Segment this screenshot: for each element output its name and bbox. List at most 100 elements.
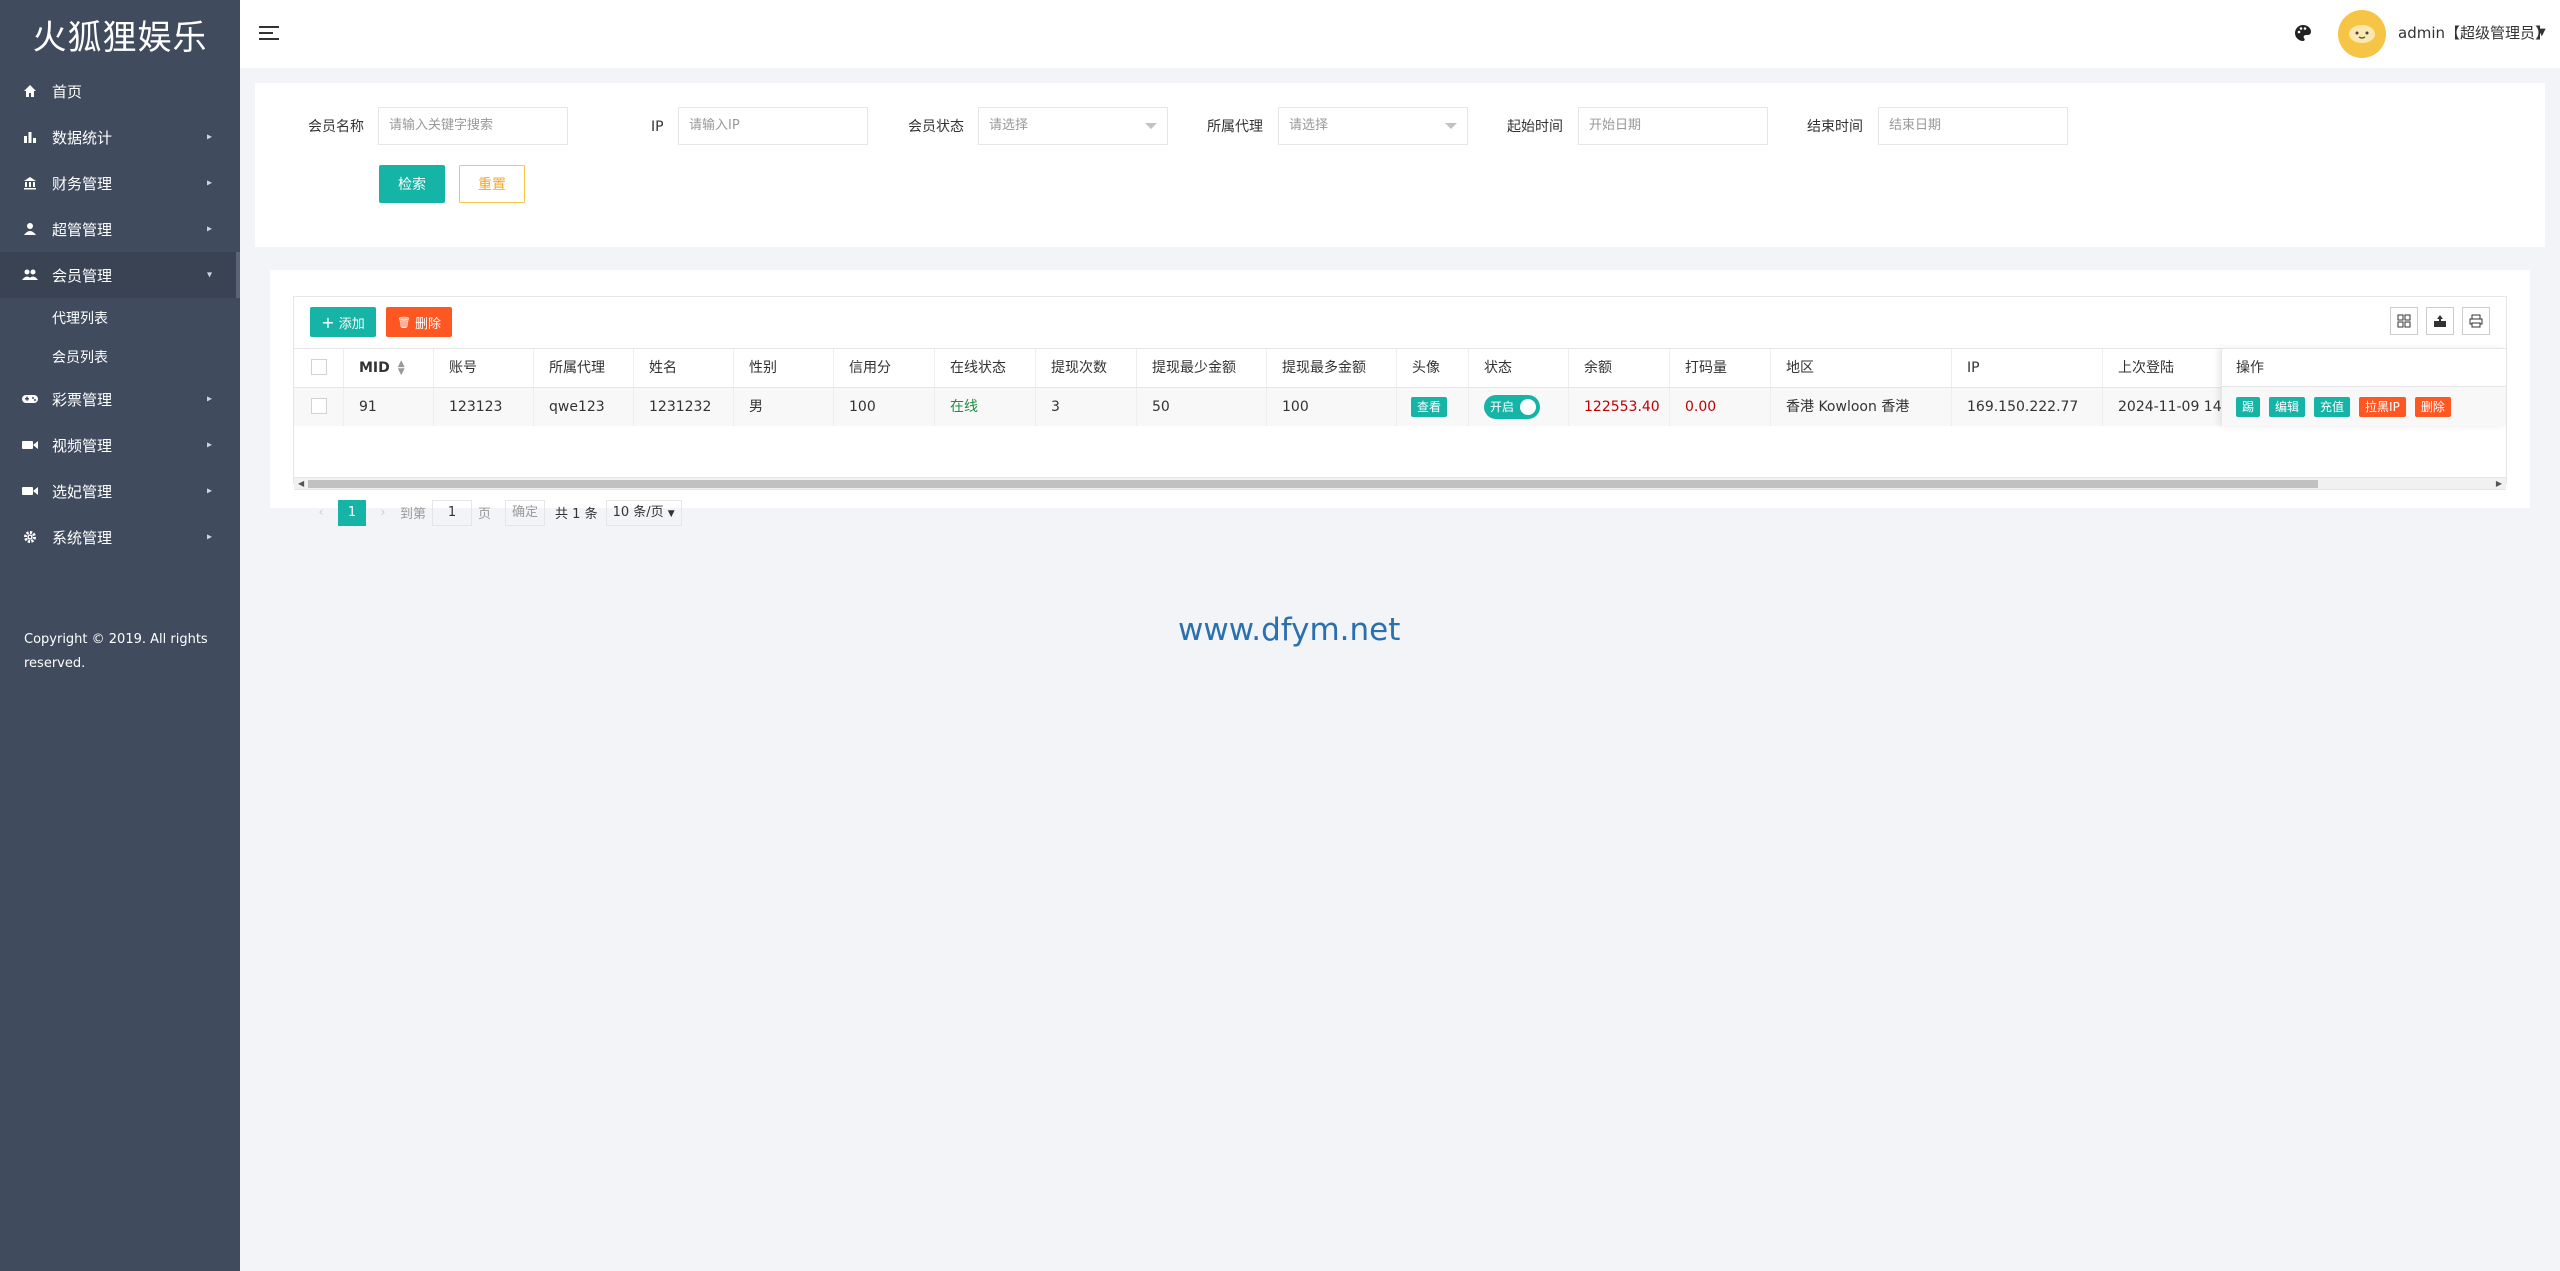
end-date-input[interactable]: 结束日期 xyxy=(1878,107,2068,145)
sidebar-item-home[interactable]: 首页 xyxy=(0,68,240,114)
delete-button[interactable]: 🗑 删除 xyxy=(386,307,452,337)
search-button[interactable]: 检索 xyxy=(379,165,445,203)
page-size-select[interactable]: 10 条/页 ▼ xyxy=(605,499,682,526)
scroll-left-icon[interactable]: ◀ xyxy=(298,479,304,488)
col-header-online: 在线状态 xyxy=(935,349,1036,387)
add-button[interactable]: + 添加 xyxy=(310,307,376,337)
gamepad-icon xyxy=(22,391,38,407)
chevron-down-icon: ▼ xyxy=(667,508,675,519)
sidebar-item-label: 会员管理 xyxy=(52,266,113,285)
start-date-input[interactable]: 开始日期 xyxy=(1578,107,1768,145)
start-time-label: 起始时间 xyxy=(1507,119,1563,135)
cell-credit: 100 xyxy=(834,388,935,426)
status-toggle-label: 开启 xyxy=(1490,400,1515,414)
row-delete-button[interactable]: 删除 xyxy=(2414,396,2451,417)
member-status-value: 请选择 xyxy=(989,118,1029,133)
chevron-right-icon: ▸ xyxy=(206,531,212,543)
caret-down-icon[interactable]: ▼ xyxy=(2538,27,2546,38)
col-header-agent: 所属代理 xyxy=(534,349,634,387)
page-unit-label: 页 xyxy=(478,507,492,522)
app-logo-title: 火狐狸娱乐 xyxy=(32,17,208,58)
sidebar-item-label: 视频管理 xyxy=(52,436,113,455)
col-header-withdraw-max: 提现最多金额 xyxy=(1267,349,1397,387)
col-header-mid[interactable]: MID ▲ ▼ xyxy=(344,349,434,387)
col-header-withdraw-min: 提现最少金额 xyxy=(1137,349,1267,387)
col-header-status: 状态 xyxy=(1469,349,1569,387)
agent-label: 所属代理 xyxy=(1207,119,1263,135)
sidebar-item-lottery[interactable]: 彩票管理 ▸ xyxy=(0,376,240,422)
prev-page-icon[interactable]: ‹ xyxy=(310,505,332,520)
columns-filter-icon[interactable] xyxy=(2390,307,2418,335)
palette-icon[interactable] xyxy=(2292,22,2314,44)
chevron-down-icon xyxy=(1145,123,1157,129)
sidebar-item-stats[interactable]: 数据统计 ▸ xyxy=(0,114,240,160)
col-header-bet: 打码量 xyxy=(1670,349,1771,387)
copyright-text: Copyright © 2019. All rights reserved. xyxy=(24,632,208,671)
agent-select[interactable]: 请选择 xyxy=(1278,107,1468,145)
sidebar-item-members[interactable]: 会员管理 ▾ xyxy=(0,252,240,298)
ip-input[interactable]: 请输入IP xyxy=(678,107,868,145)
cell-withdraw-count: 3 xyxy=(1036,388,1137,426)
kick-button[interactable]: 踢 xyxy=(2236,396,2261,417)
member-status-select[interactable]: 请选择 xyxy=(978,107,1168,145)
sidebar-item-selection[interactable]: 选妃管理 ▸ xyxy=(0,468,240,514)
col-header-ip: IP xyxy=(1952,349,2103,387)
bar-chart-icon xyxy=(22,129,38,145)
member-name-label: 会员名称 xyxy=(308,119,364,135)
table-row[interactable]: 91 123123 qwe123 1231232 男 100 在线 3 50 1… xyxy=(294,387,2506,426)
current-page[interactable]: 1 xyxy=(338,499,366,526)
sidebar-item-label: 系统管理 xyxy=(52,528,113,547)
cell-ip: 169.150.222.77 xyxy=(1952,388,2103,426)
ip-label: IP xyxy=(651,119,664,135)
col-header-avatar: 头像 xyxy=(1397,349,1469,387)
block-ip-button[interactable]: 拉黑IP xyxy=(2359,396,2406,417)
scroll-thumb[interactable] xyxy=(308,480,2318,488)
edit-button[interactable]: 编辑 xyxy=(2269,396,2306,417)
cell-withdraw-max: 100 xyxy=(1267,388,1397,426)
col-header-balance: 余额 xyxy=(1569,349,1670,387)
cell-mid: 91 xyxy=(344,388,434,426)
gear-icon xyxy=(22,529,38,545)
cell-name: 1231232 xyxy=(634,388,734,426)
sidebar-item-finance[interactable]: 财务管理 ▸ xyxy=(0,160,240,206)
select-all-checkbox[interactable] xyxy=(311,359,327,375)
goto-confirm-button[interactable]: 确定 xyxy=(505,499,546,526)
pagination: ‹ 1 › 到第 1 页 确定 共 1 条 10 条/页 ▼ xyxy=(294,489,2506,535)
bank-icon xyxy=(22,175,38,191)
sort-icon[interactable]: ▲ ▼ xyxy=(398,360,405,377)
page-number-input[interactable]: 1 xyxy=(432,499,473,526)
member-name-input[interactable]: 请输入关键字搜索 xyxy=(378,107,568,145)
add-label: 添加 xyxy=(338,316,365,332)
sidebar-item-label: 选妃管理 xyxy=(52,482,113,501)
col-header-operations: 操作 xyxy=(2222,348,2506,386)
user-name[interactable]: admin【超级管理员】 xyxy=(2398,22,2550,43)
chevron-down-icon xyxy=(1445,123,1457,129)
sidebar-item-system[interactable]: 系统管理 ▸ xyxy=(0,514,240,560)
export-icon[interactable] xyxy=(2426,307,2454,335)
horizontal-scrollbar[interactable]: ◀ ▶ xyxy=(294,477,2506,489)
view-avatar-button[interactable]: 查看 xyxy=(1411,397,1448,417)
users-icon xyxy=(22,267,38,283)
sidebar-item-videos[interactable]: 视频管理 ▸ xyxy=(0,422,240,468)
sidebar-subitem-agent-list[interactable]: 代理列表 xyxy=(0,298,240,337)
cell-status: 开启 xyxy=(1469,388,1569,426)
menu-toggle-icon[interactable] xyxy=(258,22,280,44)
recharge-button[interactable]: 充值 xyxy=(2314,396,2351,417)
avatar[interactable] xyxy=(2338,10,2386,58)
end-time-label: 结束时间 xyxy=(1807,119,1863,135)
status-toggle[interactable]: 开启 xyxy=(1484,395,1540,419)
row-checkbox[interactable] xyxy=(311,398,327,414)
cell-avatar: 查看 xyxy=(1397,388,1469,426)
next-page-icon[interactable]: › xyxy=(372,505,394,520)
sidebar-item-admin[interactable]: 超管管理 ▸ xyxy=(0,206,240,252)
scroll-right-icon[interactable]: ▶ xyxy=(2496,479,2502,488)
top-header: admin【超级管理员】 ▼ xyxy=(240,0,2560,68)
reset-button[interactable]: 重置 xyxy=(459,165,525,203)
sidebar-subitem-member-list[interactable]: 会员列表 xyxy=(0,337,240,376)
sidebar-item-label: 数据统计 xyxy=(52,128,113,147)
chevron-right-icon: ▸ xyxy=(206,485,212,497)
sidebar-item-label: 彩票管理 xyxy=(52,390,113,409)
operations-cell: 踢 编辑 充值 拉黑IP 删除 xyxy=(2222,386,2506,426)
print-icon[interactable] xyxy=(2462,307,2490,335)
cell-region: 香港 Kowloon 香港 xyxy=(1771,388,1952,426)
